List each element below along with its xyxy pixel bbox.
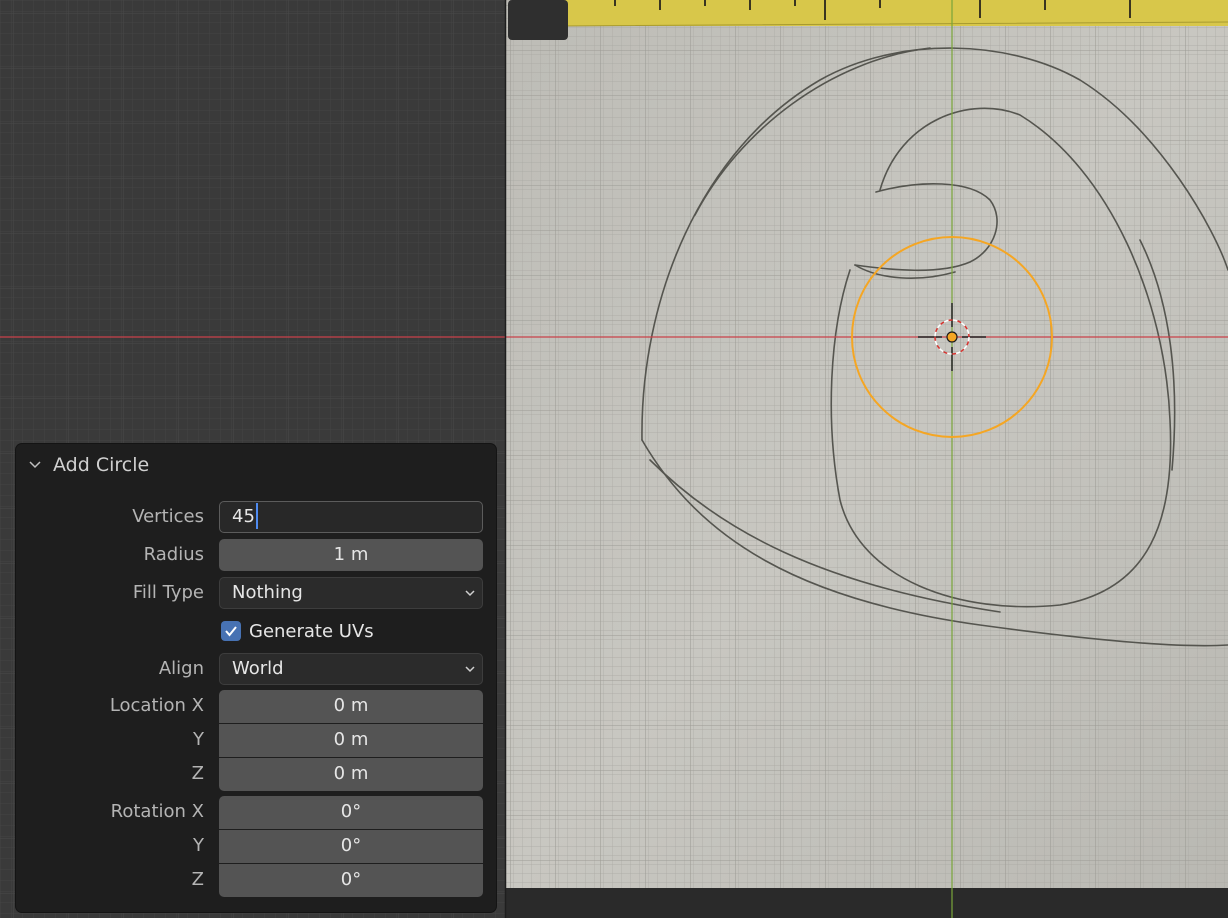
- location-x-label: Location X: [109, 695, 204, 716]
- generate-uvs-checkbox[interactable]: [221, 621, 241, 641]
- generate-uvs-row: Generate UVs: [16, 614, 496, 648]
- location-y-field[interactable]: 0 m: [219, 724, 483, 757]
- fill-type-row: Fill Type Nothing: [16, 576, 496, 610]
- align-row: Align World: [16, 652, 496, 686]
- align-dropdown[interactable]: World: [219, 653, 483, 685]
- rotation-z-row: Z 0°: [16, 863, 496, 897]
- radius-field[interactable]: 1 m: [219, 539, 483, 571]
- text-caret: [255, 503, 258, 529]
- reference-image[interactable]: [506, 0, 1228, 918]
- panel-header[interactable]: Add Circle: [16, 444, 496, 486]
- chevron-down-icon[interactable]: [28, 458, 42, 472]
- vertices-value: 45: [232, 506, 255, 527]
- fill-type-value: Nothing: [232, 582, 303, 603]
- rotation-x-row: Rotation X 0°: [16, 795, 496, 829]
- location-x-field[interactable]: 0 m: [219, 690, 483, 723]
- radius-row: Radius 1 m: [16, 538, 496, 572]
- generate-uvs-toggle[interactable]: Generate UVs: [221, 614, 374, 648]
- rotation-x-label: Rotation X: [110, 801, 204, 822]
- location-y-label: Y: [193, 729, 204, 750]
- add-circle-panel: Add Circle Vertices 45 Radius 1 m Fill T…: [16, 444, 496, 912]
- location-z-label: Z: [191, 763, 204, 784]
- location-z-row: Z 0 m: [16, 757, 496, 791]
- vertices-row: Vertices 45: [16, 500, 496, 534]
- checkmark-icon: [225, 626, 237, 637]
- location-y-row: Y 0 m: [16, 723, 496, 757]
- rotation-y-row: Y 0°: [16, 829, 496, 863]
- vertices-input[interactable]: 45: [219, 501, 483, 533]
- fill-type-label: Fill Type: [132, 582, 204, 603]
- align-label: Align: [158, 658, 204, 679]
- fill-type-dropdown[interactable]: Nothing: [219, 577, 483, 609]
- rotation-z-label: Z: [191, 869, 204, 890]
- object-origin-dot: [946, 331, 958, 343]
- chevron-down-icon: [465, 590, 475, 597]
- generate-uvs-label: Generate UVs: [249, 620, 374, 642]
- radius-label: Radius: [143, 544, 204, 565]
- align-value: World: [232, 658, 284, 679]
- rotation-x-field[interactable]: 0°: [219, 796, 483, 829]
- rotation-y-label: Y: [193, 835, 204, 856]
- panel-title: Add Circle: [53, 454, 150, 476]
- location-x-row: Location X 0 m: [16, 689, 496, 723]
- location-z-field[interactable]: 0 m: [219, 758, 483, 791]
- chevron-down-icon: [465, 666, 475, 673]
- rotation-z-field[interactable]: 0°: [219, 864, 483, 897]
- rotation-y-field[interactable]: 0°: [219, 830, 483, 863]
- vertices-label: Vertices: [132, 506, 204, 527]
